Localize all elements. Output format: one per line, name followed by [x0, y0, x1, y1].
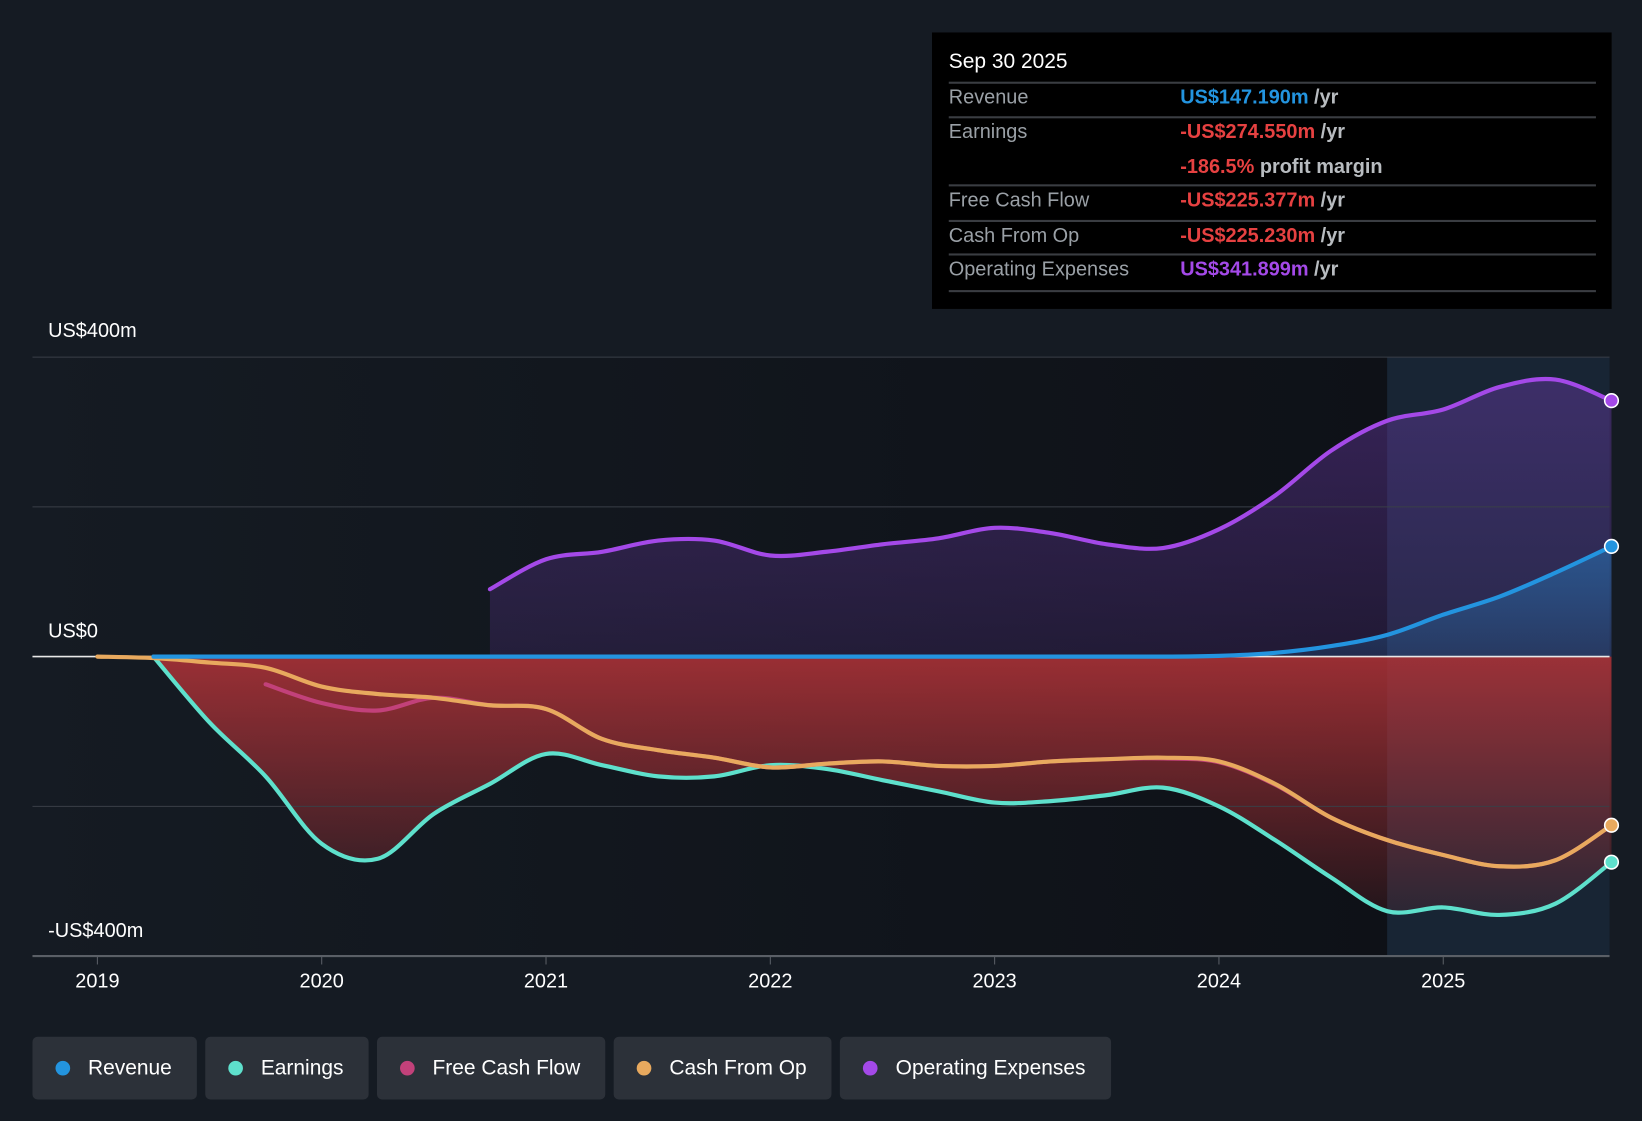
legend-label: Revenue [87, 1056, 172, 1080]
cfo-dot-icon [636, 1060, 652, 1076]
legend-earnings[interactable]: Earnings [205, 1036, 369, 1100]
tooltip-date: Sep 30 2025 [948, 50, 1068, 74]
legend-label: Earnings [260, 1056, 344, 1080]
x-tick-label: 2024 [1196, 970, 1242, 993]
legend-label: Operating Expenses [895, 1056, 1086, 1080]
legend-free-cash-flow[interactable]: Free Cash Flow [376, 1036, 606, 1100]
x-tick-label: 2019 [75, 970, 120, 993]
y-tick-label: US$0 [48, 620, 98, 643]
row-value: US$341.899m [1180, 258, 1309, 281]
row-value: -US$225.230m [1180, 225, 1316, 248]
profit-margin-label: profit margin [1259, 156, 1383, 179]
tooltip: Sep 30 2025 Revenue US$147.190m /yr Earn… [932, 32, 1612, 309]
tooltip-row-revenue: Revenue US$147.190m /yr [948, 81, 1596, 117]
row-label: Revenue [948, 86, 1029, 109]
legend: Revenue Earnings Free Cash Flow Cash Fro… [32, 1036, 1111, 1100]
revenue-end-point [1603, 538, 1620, 554]
row-unit: /yr [1320, 225, 1346, 248]
legend-revenue[interactable]: Revenue [32, 1036, 197, 1100]
legend-label: Free Cash Flow [432, 1056, 581, 1080]
x-tick-label: 2025 [1421, 970, 1466, 993]
row-value: -US$274.550m [1180, 121, 1316, 144]
x-tick-label: 2020 [299, 970, 344, 993]
row-unit: /yr [1314, 86, 1339, 109]
operating-expenses-end-point [1603, 393, 1620, 409]
tooltip-row-fcf: Free Cash Flow -US$225.377m /yr [948, 184, 1596, 221]
opex-dot-icon [863, 1060, 878, 1076]
row-value: -US$225.377m [1180, 189, 1316, 212]
tooltip-row-opex: Operating Expenses US$341.899m /yr [948, 253, 1596, 293]
row-label: Operating Expenses [948, 258, 1130, 281]
cash-from-op-end-point [1603, 817, 1620, 833]
tooltip-row-earnings: Earnings -US$274.550m /yr -186.5% profit… [948, 116, 1596, 185]
row-label: Earnings [948, 121, 1028, 144]
row-value: US$147.190m [1180, 86, 1309, 109]
row-unit: /yr [1320, 121, 1346, 144]
legend-label: Cash From Op [669, 1056, 807, 1080]
earnings-end-point [1603, 854, 1620, 870]
revenue-dot-icon [55, 1060, 71, 1076]
x-tick-label: 2022 [748, 970, 793, 993]
profit-margin-value: -186.5% [1180, 156, 1255, 179]
fcf-dot-icon [400, 1060, 415, 1076]
y-tick-label: US$400m [48, 320, 137, 343]
row-unit: /yr [1314, 258, 1339, 281]
legend-operating-expenses[interactable]: Operating Expenses [840, 1036, 1111, 1100]
row-unit: /yr [1320, 189, 1346, 212]
row-label: Cash From Op [948, 225, 1080, 248]
x-tick-label: 2023 [972, 970, 1017, 993]
tooltip-row-cfo: Cash From Op -US$225.230m /yr [948, 219, 1596, 255]
x-tick-label: 2021 [523, 970, 569, 993]
earnings-dot-icon [228, 1060, 244, 1076]
chart-stage: US$400m US$0 -US$400m 2019 2020 2021 2022 20… [0, 0, 1642, 1121]
legend-cash-from-op[interactable]: Cash From Op [613, 1036, 832, 1100]
row-label: Free Cash Flow [948, 189, 1090, 212]
y-tick-label: -US$400m [48, 920, 144, 943]
